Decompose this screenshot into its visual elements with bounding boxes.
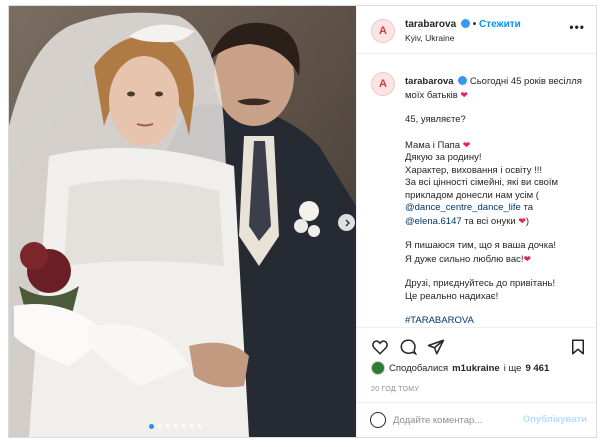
caption-line: ) bbox=[525, 215, 530, 227]
publish-button[interactable]: Опублікувати bbox=[523, 414, 587, 425]
comment-icon[interactable] bbox=[399, 338, 417, 356]
action-bar bbox=[357, 327, 597, 363]
carousel-next-button[interactable] bbox=[338, 214, 355, 231]
likes-summary: Сподобалися m1ukraine і ще 9 461 bbox=[371, 361, 549, 375]
caption-paragraph: #TARABAROVA bbox=[405, 315, 585, 326]
verified-badge-icon bbox=[460, 19, 470, 28]
caption-line: Це реально надихає! bbox=[405, 290, 499, 302]
caption-paragraph: Друзі, приєднуйтесь до привітань! Це реа… bbox=[405, 278, 585, 303]
caption-text: tarabarova Сьогодні 45 років весілля мої… bbox=[405, 76, 585, 326]
likes-count[interactable]: 9 461 bbox=[525, 363, 549, 374]
caption-username[interactable]: tarabarova bbox=[405, 76, 454, 87]
carousel-dot bbox=[189, 424, 194, 429]
post-photo[interactable] bbox=[9, 6, 356, 437]
location-link[interactable]: Kyiv, Ukraine bbox=[405, 33, 454, 43]
share-icon[interactable] bbox=[427, 338, 445, 356]
post-timestamp[interactable]: 20 ГОД ТОМУ bbox=[371, 386, 419, 393]
hashtag-link[interactable]: #TARABAROVA bbox=[405, 315, 474, 326]
avatar-letter: A bbox=[379, 78, 387, 90]
instagram-post: A tarabarova • Стежити Kyiv, Ukraine •••… bbox=[8, 5, 597, 438]
mention-link[interactable]: @elena.6147 bbox=[405, 216, 462, 227]
wedding-photo-illustration bbox=[9, 6, 356, 437]
caption-line: Я пишаюся тим, що я ваша дочка! bbox=[405, 240, 557, 251]
heart-emoji-icon: ❤ bbox=[462, 139, 471, 150]
heart-emoji-icon: ❤ bbox=[460, 89, 468, 100]
heart-emoji-icon: ❤ bbox=[518, 215, 526, 226]
caption-line: та всі онуки bbox=[464, 215, 516, 227]
caption-paragraph: 45, уявляєте? bbox=[405, 114, 466, 125]
caption-paragraph: tarabarova Сьогодні 45 років весілля мої… bbox=[405, 76, 585, 102]
likes-prefix: Сподобалися bbox=[389, 362, 449, 374]
caption-line: Я дуже сильно люблю вас! bbox=[405, 253, 524, 265]
liker-username[interactable]: m1ukraine bbox=[452, 363, 500, 374]
liker-avatar bbox=[371, 361, 385, 375]
mention-link[interactable]: @dance_centre_dance_life bbox=[405, 202, 521, 213]
caption-line: Друзі, приєднуйтесь до привітань! bbox=[405, 278, 556, 289]
carousel-dot bbox=[173, 424, 178, 429]
avatar[interactable]: A bbox=[371, 19, 395, 43]
carousel-dot bbox=[181, 424, 186, 429]
caption-line: Дякую за родину! bbox=[405, 152, 482, 163]
likes-middle: і ще bbox=[503, 362, 522, 374]
caption-paragraph: Мама і Папа ❤ Дякую за родину! Характер,… bbox=[405, 139, 585, 229]
carousel-dot bbox=[165, 424, 170, 429]
emoji-icon[interactable] bbox=[370, 412, 386, 428]
carousel-indicator bbox=[149, 424, 202, 429]
carousel-dot bbox=[197, 424, 202, 429]
post-sidebar: A tarabarova • Стежити Kyiv, Ukraine •••… bbox=[356, 6, 597, 437]
carousel-dot bbox=[149, 424, 154, 429]
header-username-row: tarabarova • Стежити bbox=[405, 19, 521, 30]
follow-button[interactable]: Стежити bbox=[479, 19, 521, 30]
caption-avatar[interactable]: A bbox=[371, 72, 395, 96]
comment-composer: Опублікувати bbox=[357, 402, 597, 437]
more-options-button[interactable]: ••• bbox=[569, 20, 585, 34]
comment-input[interactable] bbox=[393, 412, 533, 428]
chevron-right-icon bbox=[345, 219, 350, 226]
bookmark-icon[interactable] bbox=[569, 338, 587, 356]
caption-line: та bbox=[523, 202, 533, 213]
caption-line: За всі цінності сімейні, які ви своїм пр… bbox=[405, 177, 559, 201]
caption-line: Характер, виховання і освіту !!! bbox=[405, 164, 543, 176]
caption-paragraph: Я пишаюся тим, що я ваша дочка! Я дуже с… bbox=[405, 240, 585, 266]
avatar-letter: A bbox=[379, 25, 387, 37]
heart-outline-icon[interactable] bbox=[371, 338, 389, 356]
caption: A tarabarova Сьогодні 45 років весілля м… bbox=[357, 54, 597, 326]
caption-line: Мама і Папа bbox=[405, 139, 461, 151]
post-header: A tarabarova • Стежити Kyiv, Ukraine ••• bbox=[357, 6, 597, 54]
carousel-dot bbox=[157, 424, 162, 429]
verified-badge-icon bbox=[458, 76, 468, 85]
heart-emoji-icon: ❤ bbox=[523, 253, 532, 264]
page-frame: A tarabarova • Стежити Kyiv, Ukraine •••… bbox=[0, 0, 600, 447]
username-link[interactable]: tarabarova bbox=[405, 19, 456, 30]
